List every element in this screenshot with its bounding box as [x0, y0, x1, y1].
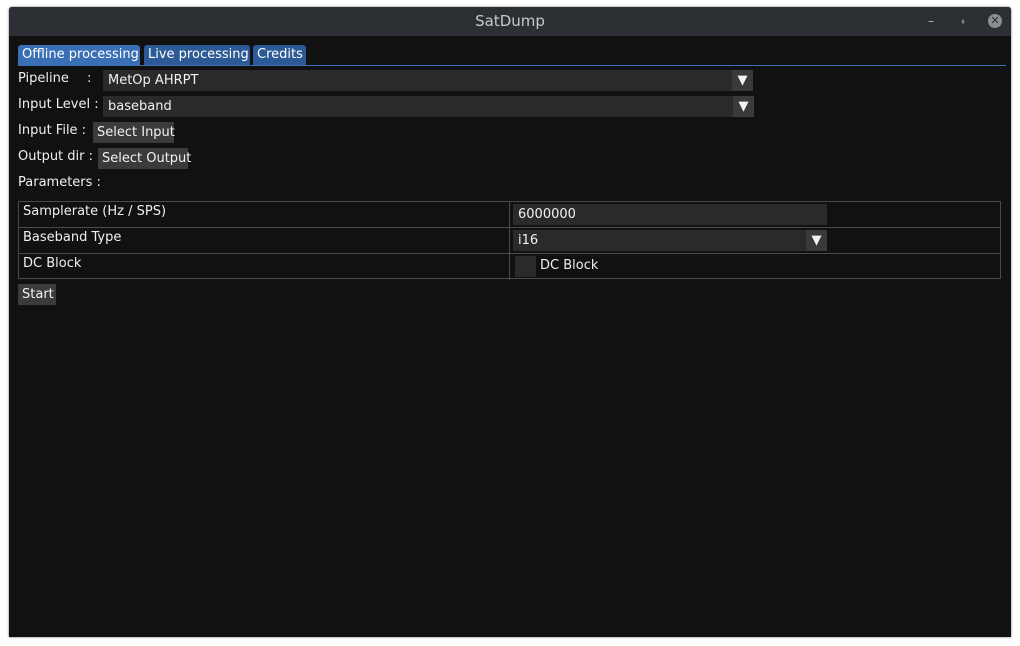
dc-block-checkbox-label[interactable]: DC Block [540, 258, 598, 273]
table-row: DC Block DC Block [19, 254, 1000, 280]
samplerate-label: Samplerate (Hz / SPS) [23, 204, 167, 219]
parameters-table: Samplerate (Hz / SPS) Baseband Type i16 … [18, 201, 1001, 280]
close-button[interactable]: ✕ [985, 7, 1005, 36]
maximize-icon[interactable]: ⬫ [953, 7, 973, 36]
table-row: Samplerate (Hz / SPS) [19, 202, 1000, 228]
pipeline-select[interactable]: MetOp AHRPT ▼ [103, 70, 753, 91]
select-input-button[interactable]: Select Input [93, 122, 175, 143]
samplerate-input[interactable] [513, 204, 827, 225]
pipeline-colon: : [87, 71, 92, 86]
tab-offline-processing[interactable]: Offline processing [18, 45, 140, 65]
window-title: SatDump [475, 12, 545, 30]
start-button[interactable]: Start [18, 284, 56, 305]
tab-underline [18, 65, 1006, 66]
column-divider [509, 202, 510, 228]
input-level-select[interactable]: baseband ▼ [103, 96, 754, 117]
select-output-button[interactable]: Select Output [98, 148, 191, 169]
close-icon: ✕ [988, 13, 1002, 28]
minimize-icon[interactable]: – [921, 7, 941, 36]
main-content: Offline processing Live processing Credi… [9, 36, 1011, 637]
chevron-down-icon[interactable]: ▼ [806, 230, 827, 251]
column-divider [509, 254, 510, 280]
satdump-window: SatDump – ⬫ ✕ Offline processing Live pr… [9, 7, 1011, 637]
output-dir-label: Output dir : [18, 149, 94, 164]
parameters-label: Parameters : [18, 175, 101, 190]
title-bar[interactable]: SatDump – ⬫ ✕ [9, 7, 1011, 36]
tab-live-processing[interactable]: Live processing [144, 45, 250, 65]
chevron-down-icon[interactable]: ▼ [732, 70, 753, 91]
pipeline-value: MetOp AHRPT [108, 73, 199, 88]
dc-block-label: DC Block [23, 256, 82, 271]
baseband-type-select[interactable]: i16 ▼ [513, 230, 827, 251]
column-divider [509, 228, 510, 254]
dc-block-checkbox[interactable] [515, 256, 536, 277]
input-level-label: Input Level : [18, 97, 99, 112]
table-row: Baseband Type i16 ▼ [19, 228, 1000, 254]
baseband-type-label: Baseband Type [23, 230, 122, 245]
pipeline-label: Pipeline [18, 71, 69, 86]
input-file-label: Input File : [18, 123, 87, 138]
tab-credits[interactable]: Credits [253, 45, 306, 65]
input-level-value: baseband [108, 99, 172, 114]
chevron-down-icon[interactable]: ▼ [733, 96, 754, 117]
baseband-type-value: i16 [518, 233, 539, 248]
